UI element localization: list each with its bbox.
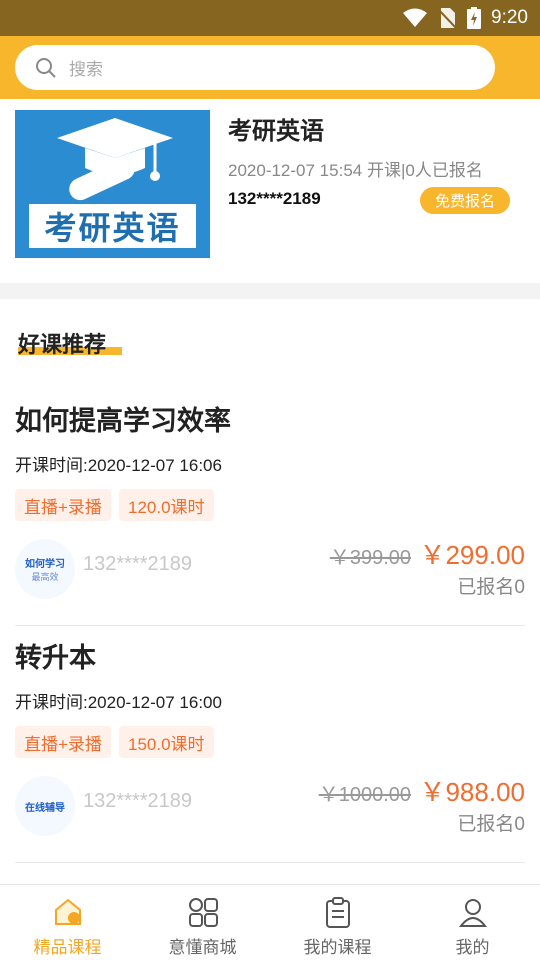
nav-label: 我的课程	[303, 938, 372, 957]
item-original-price: ￥399.00	[329, 547, 411, 569]
home-icon	[51, 895, 85, 929]
item-avatar: 如何学习 最高效	[15, 539, 75, 599]
item-divider	[15, 862, 525, 863]
item-name: 如何提高学习效率	[15, 406, 231, 436]
nav-label: 精品课程	[33, 938, 102, 957]
featured-course-card[interactable]: 考研英语 考研英语 2020-12-07 15:54 开课|0人已报名 132*…	[0, 99, 540, 283]
course-user: 132****2189	[228, 189, 321, 208]
status-bar: 9:20	[0, 0, 540, 36]
search-placeholder: 搜索	[69, 60, 103, 79]
item-divider	[15, 625, 525, 626]
item-tag-hours: 150.0课时	[119, 726, 214, 758]
avatar-text-1: 如何学习	[25, 559, 65, 570]
item-name: 转升本	[15, 643, 96, 673]
item-enrolled-count: 已报名0	[457, 577, 525, 598]
nav-item-courses[interactable]: 精品课程	[0, 885, 135, 960]
item-tag-hours: 120.0课时	[119, 489, 214, 521]
item-user: 132****2189	[83, 790, 192, 812]
course-title: 考研英语	[228, 118, 324, 145]
clipboard-icon	[321, 895, 355, 929]
recommend-section: 好课推荐 如何提高学习效率 开课时间:2020-12-07 16:06 直播+录…	[0, 299, 540, 889]
status-time: 9:20	[491, 7, 528, 28]
nav-item-me[interactable]: 我的	[405, 885, 540, 960]
section-title: 好课推荐	[18, 332, 107, 357]
item-start-time: 开课时间:2020-12-07 16:06	[15, 456, 222, 475]
graduation-cap-icon	[57, 118, 173, 201]
nav-item-mall[interactable]: 意懂商城	[135, 885, 270, 960]
item-tag-mode: 直播+录播	[15, 489, 111, 521]
item-price: ￥299.00	[419, 540, 525, 570]
free-signup-button[interactable]: 免费报名	[420, 187, 510, 214]
grid-icon	[186, 895, 220, 929]
item-original-price: ￥1000.00	[318, 784, 411, 806]
course-cover-image[interactable]: 考研英语	[15, 110, 210, 258]
item-avatar: 在线辅导	[15, 776, 75, 836]
item-user: 132****2189	[83, 553, 192, 575]
user-icon	[456, 895, 490, 929]
avatar-text-2: 最高效	[31, 572, 59, 582]
item-price: ￥988.00	[419, 777, 525, 807]
status-icons: 9:20	[403, 0, 528, 36]
header: 搜索	[0, 36, 540, 99]
recommend-item[interactable]: 转升本 开课时间:2020-12-07 16:00 直播+录播 150.0课时 …	[15, 636, 525, 876]
item-enrolled-count: 已报名0	[457, 814, 525, 835]
no-sim-icon	[437, 8, 457, 29]
bottom-nav: 精品课程 意懂商城 我的课程 我的	[0, 884, 540, 960]
item-tag-mode: 直播+录播	[15, 726, 111, 758]
item-start-time: 开课时间:2020-12-07 16:00	[15, 693, 222, 712]
wifi-icon	[403, 8, 428, 27]
course-meta: 2020-12-07 15:54 开课|0人已报名	[228, 161, 483, 180]
nav-item-my-courses[interactable]: 我的课程	[270, 885, 405, 960]
recommend-item[interactable]: 如何提高学习效率 开课时间:2020-12-07 16:06 直播+录播 120…	[15, 399, 525, 639]
nav-label: 我的	[455, 938, 490, 957]
nav-label: 意懂商城	[168, 938, 237, 957]
search-input[interactable]: 搜索	[15, 45, 495, 90]
battery-icon	[467, 7, 482, 29]
search-icon	[36, 57, 56, 78]
course-cover-text: 考研英语	[44, 209, 181, 247]
course-cover-band: 考研英语	[29, 204, 196, 248]
avatar-text-1: 在线辅导	[25, 802, 65, 814]
